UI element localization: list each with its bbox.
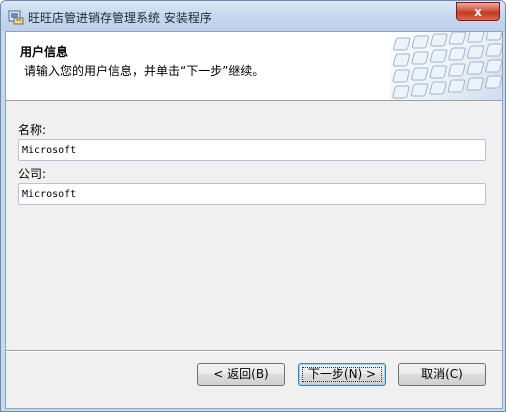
installer-app-icon	[8, 10, 24, 25]
button-separator	[6, 350, 502, 352]
window-title: 旺旺店管进销存管理系统 安装程序	[28, 11, 212, 25]
back-button[interactable]: < 返回(B)	[197, 363, 285, 386]
next-button-label: 下一步(N) >	[307, 367, 377, 381]
keyboard-banner-image	[390, 32, 502, 100]
next-button[interactable]: 下一步(N) >	[298, 363, 386, 386]
keyboard-keys-graphic	[392, 32, 502, 99]
page-title: 用户信息	[20, 45, 69, 59]
name-label: 名称:	[18, 123, 47, 137]
wizard-header: 用户信息 请输入您的用户信息，并单击“下一步”继续。	[6, 32, 502, 101]
title-bar[interactable]: 旺旺店管进销存管理系统 安装程序 x	[1, 1, 505, 31]
installer-window: 旺旺店管进销存管理系统 安装程序 x 用户信息 请输入您的用户信息，并单击“下一…	[0, 0, 506, 412]
close-button[interactable]: x	[456, 2, 500, 21]
company-label: 公司:	[18, 167, 47, 181]
close-icon: x	[474, 5, 482, 19]
back-button-label: < 返回(B)	[213, 367, 269, 381]
wizard-body: 用户信息 请输入您的用户信息，并单击“下一步”继续。 名称: Microsoft…	[5, 31, 503, 409]
name-field[interactable]	[18, 139, 486, 161]
cancel-button[interactable]: 取消(C)	[398, 363, 486, 386]
cancel-button-label: 取消(C)	[421, 367, 463, 381]
company-field[interactable]	[18, 183, 486, 205]
page-subtitle: 请输入您的用户信息，并单击“下一步”继续。	[24, 64, 265, 78]
